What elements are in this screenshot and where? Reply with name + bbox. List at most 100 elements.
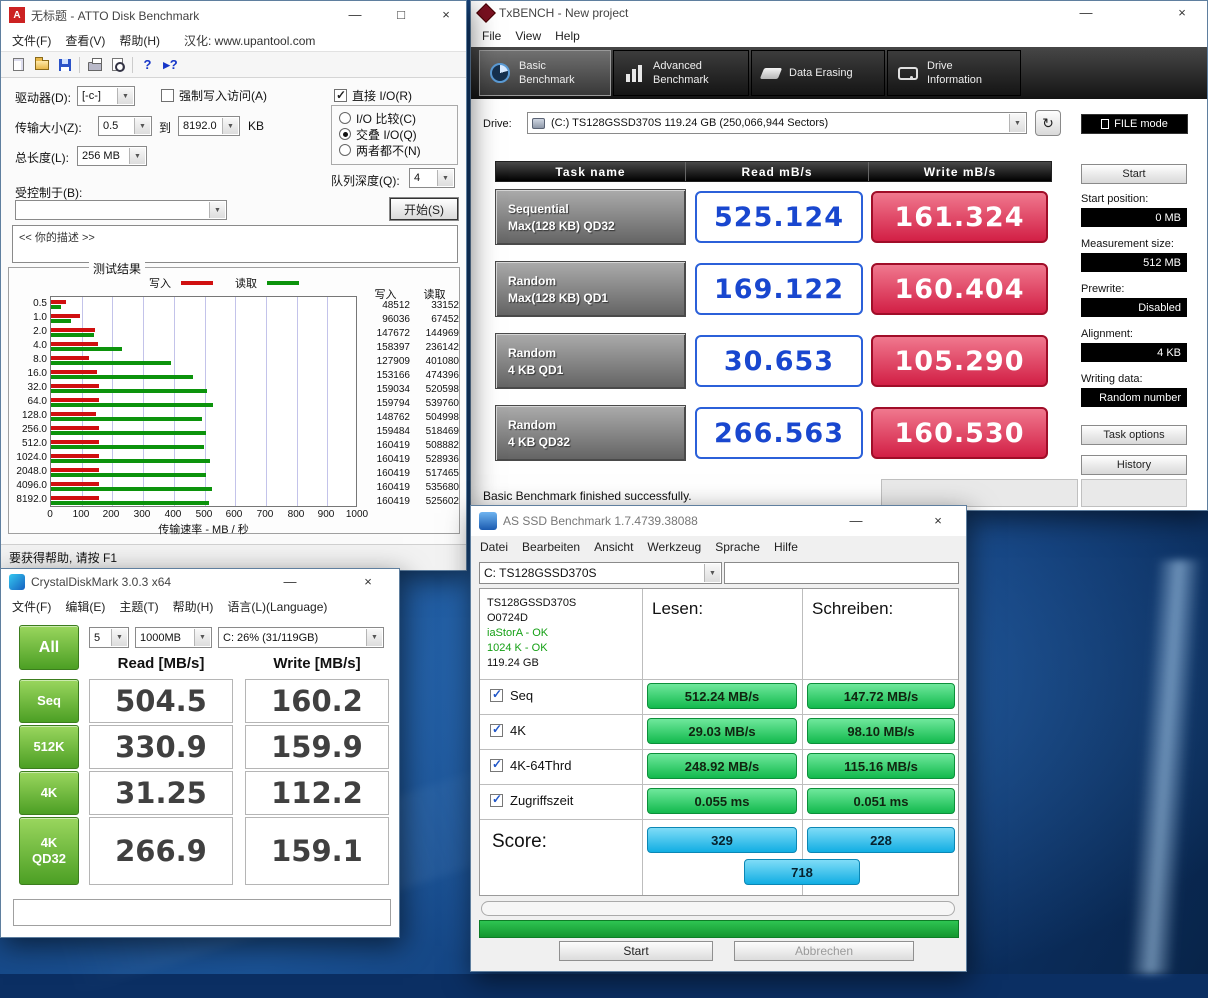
write-value-badge: 98.10 MB/s (807, 718, 955, 744)
test-button[interactable]: Seq (19, 679, 79, 723)
result-values-row: 148762504998 (361, 410, 459, 424)
maximize-button[interactable]: □ (379, 1, 423, 29)
measurement-size-value[interactable]: 512 MB (1081, 253, 1187, 272)
close-button[interactable]: × (915, 506, 961, 536)
menu-item-file[interactable]: 文件(F) (5, 32, 58, 49)
file-mode-button[interactable]: FILE mode (1081, 114, 1188, 134)
read-bar (51, 501, 209, 505)
task-button[interactable]: RandomMax(128 KB) QD1 (495, 261, 686, 317)
cdm-titlebar[interactable]: CrystalDiskMark 3.0.3 x64 (1, 569, 399, 595)
test-button[interactable]: 512K (19, 725, 79, 769)
read-value: 266.9 (89, 817, 233, 885)
new-file-icon[interactable] (7, 54, 30, 76)
menu-item-sprache[interactable]: Sprache (708, 540, 767, 554)
test-enabled-checkbox[interactable] (490, 724, 503, 737)
cancel-button[interactable]: Abbrechen (734, 941, 914, 961)
test-button[interactable]: 4K (19, 771, 79, 815)
minimize-button[interactable]: — (267, 569, 313, 595)
test-count-select[interactable]: 5 (89, 627, 129, 648)
tab-drive-information[interactable]: DriveInformation (887, 50, 1021, 96)
radio-neither[interactable]: 两者都不(N) (339, 143, 421, 157)
drive-select[interactable]: C: TS128GSSD370S (479, 562, 722, 584)
minimize-button[interactable]: — (333, 1, 377, 29)
task-options-button[interactable]: Task options (1081, 425, 1187, 445)
result-values-row: 160419525602 (361, 494, 459, 508)
read-result-value: 539760 (410, 396, 459, 410)
result-values-row: 160419517465 (361, 466, 459, 480)
menu-item-werkzeug[interactable]: Werkzeug (640, 540, 708, 554)
txbench-window: TxBENCH - New project — × File View Help… (470, 0, 1208, 511)
transfer-to-select[interactable]: 8192.0 (178, 116, 240, 136)
force-write-checkbox[interactable]: 强制写入访问(A) (161, 88, 267, 102)
test-button[interactable]: 4K QD32 (19, 817, 79, 885)
about-icon[interactable]: ? (136, 54, 159, 76)
menu-item-theme[interactable]: 主题(T) (112, 598, 165, 615)
close-button[interactable]: × (1159, 1, 1205, 25)
menu-item-view[interactable]: View (508, 29, 548, 43)
tab-basic-benchmark[interactable]: BasicBenchmark (479, 50, 611, 96)
test-enabled-checkbox[interactable] (490, 689, 503, 702)
task-button[interactable]: Random4 KB QD1 (495, 333, 686, 389)
read-bar (51, 375, 193, 379)
start-button[interactable]: 开始(S) (390, 198, 458, 220)
comment-box[interactable] (13, 899, 391, 926)
menu-item-file[interactable]: 文件(F) (5, 598, 58, 615)
drive-select[interactable]: (C:) TS128GSSD370S 119.24 GB (250,066,94… (527, 112, 1027, 134)
print-preview-icon[interactable] (106, 54, 129, 76)
open-file-icon[interactable] (30, 54, 53, 76)
start-button[interactable]: Start (1081, 164, 1187, 184)
menu-item-help[interactable]: Help (548, 29, 587, 43)
drive-select[interactable]: [-c-] (77, 86, 135, 106)
menu-item-edit[interactable]: 编辑(E) (58, 598, 112, 615)
menu-item-file[interactable]: File (475, 29, 508, 43)
target-drive-select[interactable]: C: 26% (31/119GB) (218, 627, 384, 648)
refresh-drives-button[interactable]: ↻ (1035, 110, 1061, 136)
alignment-value[interactable]: 4 KB (1081, 343, 1187, 362)
queue-depth-select[interactable]: 4 (409, 168, 455, 188)
minimize-button[interactable]: — (1063, 1, 1109, 25)
radio-io-comparison[interactable]: I/O 比较(C) (339, 111, 416, 125)
menu-item-hilfe[interactable]: Hilfe (767, 540, 805, 554)
task-button[interactable]: Random4 KB QD32 (495, 405, 686, 461)
close-button[interactable]: × (345, 569, 391, 595)
history-button[interactable]: History (1081, 455, 1187, 475)
tab-advanced-benchmark[interactable]: AdvancedBenchmark (613, 50, 749, 96)
context-help-icon[interactable]: ▸? (159, 54, 182, 76)
test-enabled-checkbox[interactable] (490, 794, 503, 807)
tab-data-erasing[interactable]: Data Erasing (751, 50, 885, 96)
write-speed-value: 105.290 (871, 335, 1048, 387)
menu-item-datei[interactable]: Datei (473, 540, 515, 554)
description-box[interactable]: << 你的描述 >> (12, 225, 458, 263)
close-button[interactable]: × (425, 1, 467, 29)
task-button[interactable]: SequentialMax(128 KB) QD32 (495, 189, 686, 245)
read-bar (51, 417, 202, 421)
save-icon[interactable] (53, 54, 76, 76)
total-length-select[interactable]: 256 MB (77, 146, 147, 166)
controlled-by-select[interactable] (15, 200, 227, 220)
write-result-value: 159484 (361, 424, 410, 438)
test-enabled-checkbox[interactable] (490, 759, 503, 772)
print-icon[interactable] (83, 54, 106, 76)
start-position-value[interactable]: 0 MB (1081, 208, 1187, 227)
prewrite-value[interactable]: Disabled (1081, 298, 1187, 317)
radio-label: I/O 比较(C) (356, 110, 416, 127)
start-button[interactable]: Start (559, 941, 713, 961)
menu-item-view[interactable]: 查看(V) (58, 32, 112, 49)
menu-item-language[interactable]: 语言(L)(Language) (220, 598, 334, 615)
tab-label: Benchmark (519, 74, 575, 86)
y-axis-tick-label: 8192.0 (11, 492, 47, 506)
writing-data-value[interactable]: Random number (1081, 388, 1187, 407)
secondary-field[interactable] (724, 562, 959, 584)
as-ssd-titlebar[interactable]: AS SSD Benchmark 1.7.4739.38088 (471, 506, 966, 536)
test-size-select[interactable]: 1000MB (135, 627, 212, 648)
drive-info-line: iaStorA - OK (487, 627, 548, 639)
minimize-button[interactable]: — (833, 506, 879, 536)
run-all-button[interactable]: All (19, 625, 79, 670)
menu-item-help[interactable]: 帮助(H) (112, 32, 167, 49)
menu-item-help[interactable]: 帮助(H) (166, 598, 221, 615)
menu-item-bearbeiten[interactable]: Bearbeiten (515, 540, 587, 554)
direct-io-checkbox[interactable]: 直接 I/O(R) (334, 88, 412, 102)
radio-overlapped-io[interactable]: 交叠 I/O(Q) (339, 127, 417, 141)
menu-item-ansicht[interactable]: Ansicht (587, 540, 640, 554)
transfer-from-select[interactable]: 0.5 (98, 116, 152, 136)
